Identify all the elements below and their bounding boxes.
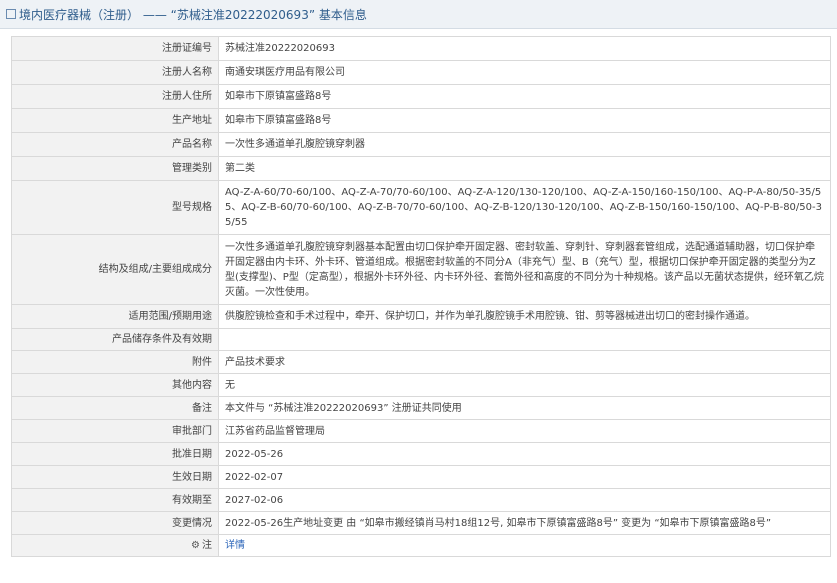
table-row: 注册人住所 如皋市下原镇富盛路8号 — [11, 84, 831, 109]
table-row: 管理类别 第二类 — [11, 156, 831, 181]
info-table: 注册证编号 苏械注准20222020693 注册人名称 南通安琪医疗用品有限公司… — [11, 36, 831, 557]
field-label: 注册人名称 — [11, 60, 219, 85]
table-row: 产品名称 一次性多通道单孔腹腔镜穿刺器 — [11, 132, 831, 157]
field-label: 有效期至 — [11, 488, 219, 512]
field-value: 第二类 — [218, 156, 831, 181]
field-label: 注册人住所 — [11, 84, 219, 109]
field-value: AQ-Z-A-60/70-60/100、AQ-Z-A-70/70-60/100、… — [218, 180, 831, 235]
field-value: 2022-05-26生产地址变更 由 “如皋市搬经镇肖马村18组12号, 如皋市… — [218, 511, 831, 535]
field-value: 苏械注准20222020693 — [218, 36, 831, 61]
field-label: 生产地址 — [11, 108, 219, 133]
field-label: 附件 — [11, 350, 219, 374]
field-value: 详情 — [218, 534, 831, 557]
page-title: 境内医疗器械（注册） —— “苏械注准20222020693” 基本信息 — [19, 7, 367, 22]
field-value: 无 — [218, 373, 831, 397]
table-row: 变更情况 2022-05-26生产地址变更 由 “如皋市搬经镇肖马村18组12号… — [11, 511, 831, 535]
table-row: 注册证编号 苏械注准20222020693 — [11, 36, 831, 61]
note-label: ⚙ 注 — [11, 534, 219, 557]
table-row: 审批部门 江苏省药品监督管理局 — [11, 419, 831, 443]
field-value: 2022-05-26 — [218, 442, 831, 466]
table-row: 备注 本文件与 “苏械注准20222020693” 注册证共同使用 — [11, 396, 831, 420]
field-value: 供腹腔镜检查和手术过程中，牵开、保护切口，并作为单孔腹腔镜手术用腔镜、钳、剪等器… — [218, 304, 831, 329]
field-value: 如皋市下原镇富盛路8号 — [218, 84, 831, 109]
details-link[interactable]: 详情 — [225, 540, 245, 551]
table-row: 注册人名称 南通安琪医疗用品有限公司 — [11, 60, 831, 85]
table-row: 适用范围/预期用途 供腹腔镜检查和手术过程中，牵开、保护切口，并作为单孔腹腔镜手… — [11, 304, 831, 329]
field-label: 产品名称 — [11, 132, 219, 157]
field-label: 注册证编号 — [11, 36, 219, 61]
field-value: 2022-02-07 — [218, 465, 831, 489]
table-row: 批准日期 2022-05-26 — [11, 442, 831, 466]
field-label: 型号规格 — [11, 180, 219, 235]
field-label: 审批部门 — [11, 419, 219, 443]
field-value: 南通安琪医疗用品有限公司 — [218, 60, 831, 85]
field-value: 2027-02-06 — [218, 488, 831, 512]
table-row: 附件 产品技术要求 — [11, 350, 831, 374]
field-label: 管理类别 — [11, 156, 219, 181]
field-value: 一次性多通道单孔腹腔镜穿刺器 — [218, 132, 831, 157]
field-value: 本文件与 “苏械注准20222020693” 注册证共同使用 — [218, 396, 831, 420]
field-label: 注 — [202, 540, 212, 551]
field-label: 批准日期 — [11, 442, 219, 466]
field-label: 其他内容 — [11, 373, 219, 397]
gear-icon: ⚙ — [191, 540, 200, 551]
field-value: 如皋市下原镇富盛路8号 — [218, 108, 831, 133]
field-value: 一次性多通道单孔腹腔镜穿刺器基本配置由切口保护牵开固定器、密封软盖、穿刺针、穿刺… — [218, 234, 831, 305]
document-icon — [6, 9, 16, 19]
field-label: 变更情况 — [11, 511, 219, 535]
table-row: 产品储存条件及有效期 — [11, 328, 831, 351]
field-value: 江苏省药品监督管理局 — [218, 419, 831, 443]
field-value: 产品技术要求 — [218, 350, 831, 374]
field-label: 备注 — [11, 396, 219, 420]
table-row: 生产地址 如皋市下原镇富盛路8号 — [11, 108, 831, 133]
table-row: ⚙ 注 详情 — [11, 534, 831, 557]
page-header: 境内医疗器械（注册） —— “苏械注准20222020693” 基本信息 — [0, 0, 837, 29]
field-value — [218, 328, 831, 351]
field-label: 适用范围/预期用途 — [11, 304, 219, 329]
field-label: 结构及组成/主要组成成分 — [11, 234, 219, 305]
table-row: 有效期至 2027-02-06 — [11, 488, 831, 512]
field-label: 产品储存条件及有效期 — [11, 328, 219, 351]
field-label: 生效日期 — [11, 465, 219, 489]
table-row: 生效日期 2022-02-07 — [11, 465, 831, 489]
table-row: 结构及组成/主要组成成分 一次性多通道单孔腹腔镜穿刺器基本配置由切口保护牵开固定… — [11, 234, 831, 305]
table-row: 型号规格 AQ-Z-A-60/70-60/100、AQ-Z-A-70/70-60… — [11, 180, 831, 235]
table-row: 其他内容 无 — [11, 373, 831, 397]
